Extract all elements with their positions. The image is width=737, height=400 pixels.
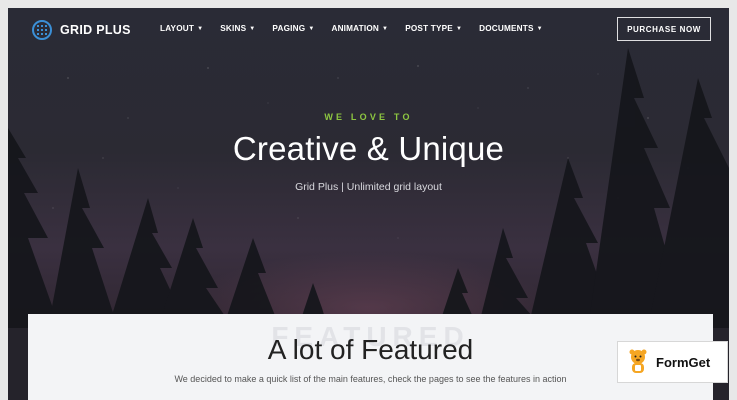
hero-headline: Creative & Unique (232, 130, 505, 167)
menu-item-paging[interactable]: PAGING ▼ (272, 24, 314, 33)
features-panel: FEATURED A lot of Featured We decided to… (28, 314, 713, 400)
menu-label: POST TYPE (405, 24, 453, 33)
menu-item-skins[interactable]: SKINS ▼ (220, 24, 255, 33)
menu-label: SKINS (220, 24, 247, 33)
top-navigation: GRID PLUS LAYOUT ▼ SKINS ▼ PAGING ▼ ANIMATI… (8, 8, 729, 52)
formget-badge[interactable]: FormGet (617, 341, 728, 383)
chevron-down-icon: ▼ (455, 25, 463, 32)
features-description: We decided to make a quick list of the m… (174, 374, 567, 384)
features-title: A lot of Featured (267, 334, 474, 365)
forest-silhouette (8, 48, 729, 328)
chevron-down-icon: ▼ (536, 25, 543, 32)
menu-label: LAYOUT (160, 24, 195, 33)
menu-label: PAGING (272, 24, 306, 33)
menu-item-post-type[interactable]: POST TYPE ▼ (405, 24, 462, 33)
brand-name: GRID PLUS (60, 23, 131, 37)
purchase-now-button[interactable]: PURCHASE NOW (617, 17, 711, 41)
menu-item-layout[interactable]: LAYOUT ▼ (160, 24, 203, 33)
brand-logo[interactable]: GRID PLUS (32, 20, 131, 40)
chevron-down-icon: ▼ (249, 25, 256, 32)
chevron-down-icon: ▼ (197, 25, 204, 32)
hero-subtitle: Grid Plus | Unlimited grid layout (295, 181, 442, 193)
mascot-icon (629, 349, 647, 373)
grid-logo-icon (32, 20, 52, 40)
menu-label: DOCUMENTS (479, 24, 534, 33)
chevron-down-icon: ▼ (382, 25, 389, 32)
chevron-down-icon: ▼ (308, 25, 315, 32)
menu-label: ANIMATION (331, 24, 380, 33)
badge-label: FormGet (656, 354, 711, 370)
hero-eyebrow: WE LOVE TO (324, 112, 413, 122)
main-menu: LAYOUT ▼ SKINS ▼ PAGING ▼ ANIMATION ▼ POST T… (160, 24, 560, 33)
hero-section: GRID PLUS LAYOUT ▼ SKINS ▼ PAGING ▼ ANIMATI… (8, 8, 729, 328)
menu-item-animation[interactable]: ANIMATION ▼ (331, 24, 388, 33)
menu-item-documents[interactable]: DOCUMENTS ▼ (479, 24, 543, 33)
